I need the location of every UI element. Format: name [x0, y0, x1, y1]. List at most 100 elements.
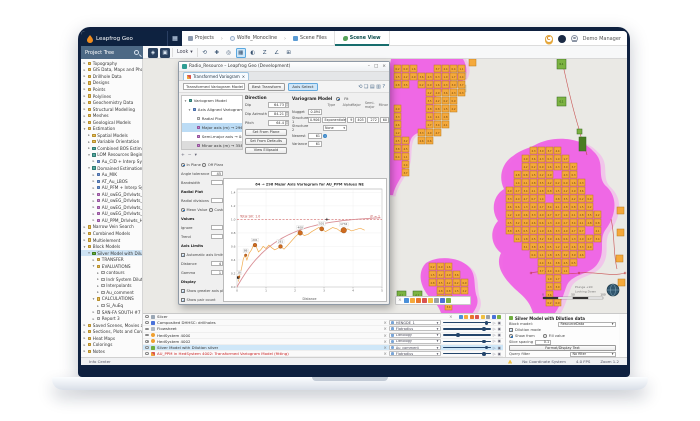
visibility-eye-icon[interactable] — [145, 346, 149, 349]
variogram-list-item[interactable]: ▾ Variogram Model — [182, 96, 242, 105]
shape-color-icon[interactable] — [446, 298, 451, 303]
expander-icon[interactable]: ▸ — [83, 343, 86, 347]
expander-icon[interactable]: ▸ — [92, 199, 95, 203]
variogram-point[interactable] — [244, 253, 248, 257]
radio-button[interactable] — [202, 162, 207, 167]
shape-color-icon[interactable] — [422, 298, 427, 303]
model-value-input[interactable]: 61 — [308, 133, 322, 139]
spinner-icon[interactable]: ▴ ▾ — [286, 101, 289, 108]
remove-shape-icon[interactable]: × — [383, 333, 386, 338]
expander-icon[interactable]: ▸ — [88, 140, 91, 144]
axis-select-button[interactable]: Axis Select — [288, 82, 318, 91]
variogram-point[interactable] — [297, 230, 303, 236]
set-from-defaults-button[interactable]: Set From Defaults — [245, 137, 287, 145]
ore-block[interactable] — [616, 228, 625, 237]
remove-shape-icon[interactable]: × — [383, 351, 386, 356]
shape-color-icon[interactable] — [434, 298, 439, 303]
display-option-icon[interactable] — [480, 314, 485, 319]
scene-tool-icon-5[interactable]: ▦ — [235, 47, 246, 58]
chart-icon[interactable]: ▥ — [376, 84, 381, 90]
fit-radio[interactable] — [336, 96, 341, 101]
slider-thumb[interactable] — [482, 327, 487, 331]
show-from-radio[interactable] — [509, 334, 513, 338]
expander-icon[interactable]: ▸ — [97, 304, 100, 308]
remove-shape-icon[interactable]: × — [383, 339, 386, 344]
expander-icon[interactable]: ▸ — [92, 159, 95, 163]
view-ellipsoid-button[interactable]: View Ellipsoid — [245, 146, 287, 154]
expander-icon[interactable]: ▸ — [88, 146, 91, 150]
slider-thumb[interactable] — [482, 351, 487, 356]
info-center-label[interactable]: Info Center — [89, 359, 111, 364]
colouring-select[interactable]: Flatradius ▾ — [388, 326, 441, 332]
expander-icon[interactable]: ▸ — [92, 317, 95, 321]
variogram-point[interactable] — [278, 244, 283, 249]
nav-scene-files[interactable]: Scene Files — [290, 36, 330, 41]
colouring-select[interactable]: HENGDE_1 ▾ — [388, 320, 441, 326]
tab-scene-view[interactable]: Scene View — [333, 31, 390, 46]
spinner-icon[interactable]: ▴ ▾ — [286, 119, 289, 126]
variogram-point[interactable] — [237, 275, 241, 279]
expander-icon[interactable]: ▸ — [83, 231, 86, 235]
visibility-eye-icon[interactable] — [145, 315, 149, 318]
format-display-button[interactable]: Format/Display Text — [509, 345, 616, 351]
form-field-input[interactable] — [211, 179, 223, 186]
expander-icon[interactable]: ▸ — [88, 133, 91, 137]
checkbox[interactable]: ✓ — [181, 288, 185, 294]
direction-field-input[interactable]: 84.21 — [268, 110, 286, 117]
slider-thumb[interactable] — [484, 345, 489, 350]
display-option-icon[interactable] — [469, 314, 474, 319]
expander-icon[interactable]: ▸ — [83, 114, 86, 118]
scene-tool-icon-8[interactable]: ∠ — [272, 48, 282, 58]
expander-icon[interactable]: ▸ — [83, 336, 86, 340]
expander-open-icon[interactable]: ▾ — [83, 245, 86, 249]
expand-icon[interactable]: ▷ — [493, 346, 496, 350]
slider-thumb[interactable] — [484, 320, 489, 325]
scene-tool-icon-0[interactable]: ◈ — [148, 47, 158, 58]
expander-icon[interactable]: ▸ — [83, 87, 86, 91]
variogram-list-item[interactable]: ▾ Axis Aligned Variograms — [182, 105, 242, 114]
expander-icon[interactable]: ▸ — [83, 323, 86, 327]
slider-thumb[interactable] — [482, 339, 487, 344]
opacity-slider[interactable] — [442, 320, 491, 326]
variogram-point[interactable] — [319, 226, 324, 232]
variogram-name-input[interactable]: Transformed Variogram Model — [183, 83, 245, 90]
opacity-slider[interactable] — [442, 332, 491, 338]
expander-icon[interactable]: ▸ — [83, 349, 86, 353]
close-icon[interactable]: × — [382, 64, 386, 69]
display-option-icon[interactable] — [464, 314, 468, 319]
options-icon[interactable]: ▣ — [498, 339, 501, 343]
expander-icon[interactable]: ▸ — [83, 74, 86, 78]
form-field-input[interactable]: 4 — [211, 260, 223, 267]
app-grid-icon[interactable]: ▦ — [167, 31, 182, 46]
form-field-input[interactable]: 1 — [211, 269, 223, 276]
zoom-out-icon[interactable]: − — [188, 153, 192, 158]
expander-icon[interactable]: ▸ — [83, 68, 86, 72]
tab-transformed-variogram[interactable]: Transformed Variogram × — [183, 72, 250, 80]
shape-color-icon[interactable] — [404, 298, 409, 303]
expander-icon[interactable]: ▸ — [92, 192, 95, 196]
expander-open-icon[interactable]: ▾ — [83, 127, 86, 131]
expander-icon[interactable]: ▸ — [92, 179, 95, 183]
alpha-input[interactable]: 9 — [347, 117, 355, 123]
scene-tool-icon-2[interactable]: ⟲ — [200, 48, 210, 58]
options-icon[interactable]: ▣ — [498, 327, 501, 331]
minor-input[interactable]: 60 — [379, 117, 389, 123]
opacity-slider[interactable] — [442, 338, 491, 344]
expander-open-icon[interactable]: ▾ — [92, 264, 95, 268]
expander-icon[interactable]: ▸ — [92, 258, 95, 262]
major-input[interactable]: 405 — [355, 117, 366, 123]
dialog-titlebar[interactable]: Radio_Resource – Leapfrog Geo (Developme… — [179, 62, 389, 72]
variogram-list-item[interactable]: Minor axis (m) → 358 — [182, 141, 242, 149]
slice-spacing-input[interactable]: 0.1 — [535, 339, 552, 345]
expander-icon[interactable]: ▸ — [83, 101, 86, 105]
options-icon[interactable]: ▣ — [498, 352, 501, 356]
shape-color-icon[interactable] — [428, 298, 433, 303]
look-dropdown[interactable]: Look ▾ — [172, 48, 198, 57]
query-filter-select[interactable]: No filter ▾ — [570, 351, 616, 357]
expander-icon[interactable]: ▸ — [83, 225, 86, 229]
direction-field-input[interactable]: 64.4 — [268, 119, 286, 126]
ore-block[interactable] — [616, 206, 625, 215]
form-field-input[interactable]: 45 — [211, 170, 223, 177]
opacity-slider[interactable] — [442, 351, 491, 357]
variogram-point[interactable] — [340, 227, 347, 234]
